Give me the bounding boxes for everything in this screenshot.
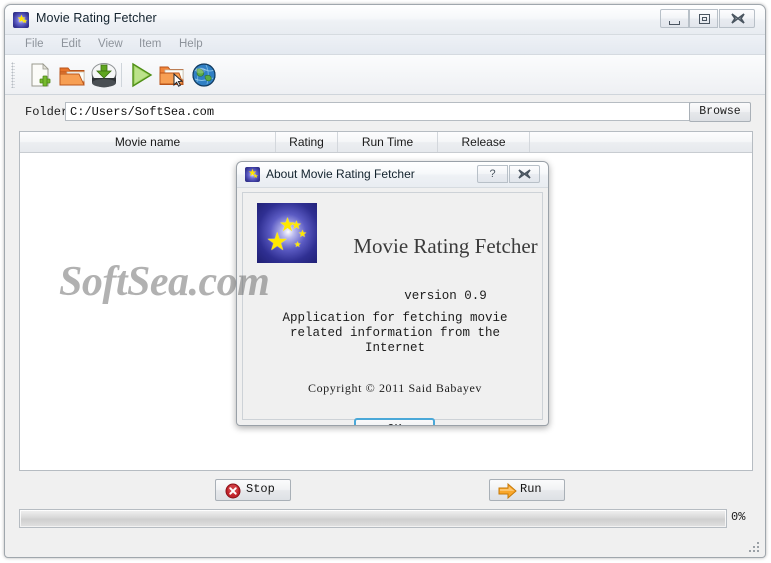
- save-disk-icon: [91, 63, 117, 88]
- run-button[interactable]: Run: [489, 479, 565, 501]
- folder-path-input[interactable]: [65, 102, 690, 121]
- menu-item-item[interactable]: Item: [133, 37, 167, 51]
- toolbar-save-button[interactable]: [89, 60, 119, 90]
- column-header-release[interactable]: Release: [438, 132, 530, 152]
- title-bar: ★ ★ Movie Rating Fetcher: [5, 5, 765, 35]
- about-help-button[interactable]: ?: [477, 165, 508, 183]
- toolbar-internet-button[interactable]: [189, 60, 219, 90]
- globe-icon: [192, 63, 216, 87]
- toolbar-separator: [121, 63, 122, 87]
- menu-item-file[interactable]: File: [19, 37, 50, 51]
- menu-item-edit[interactable]: Edit: [55, 37, 87, 51]
- maximize-icon: [699, 14, 710, 24]
- column-header-movie-name[interactable]: Movie name: [20, 132, 276, 152]
- run-arrow-icon: [498, 483, 517, 499]
- progress-percent-label: 0%: [731, 510, 746, 524]
- about-version: version 0.9: [404, 289, 487, 303]
- about-dialog: ★ ★ About Movie Rating Fetcher ? ★ ★ ★ ★…: [236, 161, 549, 426]
- run-play-icon: [132, 62, 153, 88]
- menu-item-help[interactable]: Help: [173, 37, 209, 51]
- close-button[interactable]: [719, 9, 755, 28]
- progress-bar-track: [21, 511, 725, 526]
- toolbar-run-button[interactable]: [126, 60, 156, 90]
- toolbar-new-button[interactable]: [25, 60, 55, 90]
- about-app-title: Movie Rating Fetcher: [353, 234, 538, 258]
- close-icon: [731, 13, 745, 24]
- minimize-button[interactable]: [660, 9, 689, 28]
- app-star-icon: ★ ★: [13, 12, 29, 28]
- stop-button-label: Stop: [246, 482, 275, 496]
- stop-button[interactable]: Stop: [215, 479, 291, 501]
- about-dialog-title: About Movie Rating Fetcher: [266, 167, 415, 181]
- toolbar: [5, 55, 765, 95]
- table-header-row: Movie name Rating Run Time Release: [20, 132, 752, 153]
- run-button-label: Run: [520, 482, 542, 496]
- app-logo: ★ ★ ★ ★ ★: [257, 203, 317, 263]
- window-title: Movie Rating Fetcher: [36, 11, 157, 25]
- toolbar-open-button[interactable]: [57, 60, 87, 90]
- about-dialog-body: ★ ★ ★ ★ ★ Movie Rating Fetcher version 0…: [242, 192, 543, 425]
- resize-grip-icon[interactable]: [748, 541, 761, 554]
- about-copyright: Copyright © 2011 Said Babayev: [307, 381, 483, 395]
- about-description: Application for fetching movie related i…: [282, 311, 508, 355]
- column-header-run-time[interactable]: Run Time: [338, 132, 438, 152]
- about-dialog-title-bar: ★ ★ About Movie Rating Fetcher ?: [237, 162, 548, 188]
- main-window: ★ ★ Movie Rating Fetcher File Edit View I…: [4, 4, 766, 558]
- toolbar-grip[interactable]: [11, 62, 15, 88]
- new-document-icon: [31, 63, 51, 87]
- maximize-button[interactable]: [689, 9, 718, 28]
- help-icon: ?: [489, 168, 496, 180]
- folder-label: Folder: [25, 105, 69, 119]
- minimize-icon: [669, 21, 680, 25]
- browse-button[interactable]: Browse: [689, 102, 751, 122]
- column-header-rating[interactable]: Rating: [276, 132, 338, 152]
- about-ok-button[interactable]: OK: [354, 418, 435, 425]
- menu-item-view[interactable]: View: [92, 37, 129, 51]
- about-app-star-icon: ★ ★: [245, 167, 260, 182]
- about-close-button[interactable]: [509, 165, 540, 183]
- progress-bar: [19, 509, 727, 528]
- open-folder-icon: [59, 67, 85, 86]
- browse-folder-icon: [159, 66, 184, 87]
- toolbar-browse-button[interactable]: [157, 60, 187, 90]
- menu-bar: File Edit View Item Help: [5, 35, 765, 55]
- stop-icon: [225, 483, 241, 499]
- close-icon: [518, 169, 531, 179]
